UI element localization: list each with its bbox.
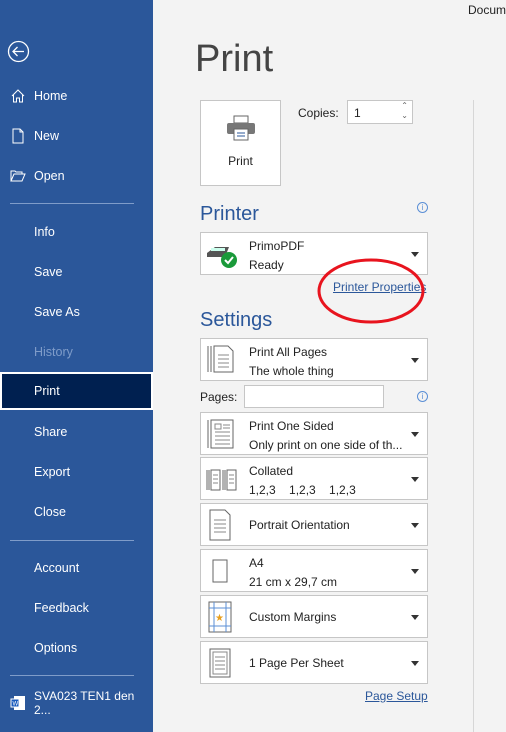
chevron-down-icon <box>411 661 419 666</box>
sidebar-item-label: Export <box>34 465 71 479</box>
printer-name: PrimoPDF <box>249 239 305 253</box>
print-button[interactable]: Print <box>200 100 281 186</box>
folder-open-icon <box>10 170 26 182</box>
setting-subtitle: 1,2,3 1,2,3 1,2,3 <box>249 483 356 497</box>
svg-text:W: W <box>13 702 19 708</box>
sidebar-item-save[interactable]: Save <box>0 253 153 291</box>
page-per-sheet-icon <box>209 648 231 678</box>
sidebar-item-home[interactable]: Home <box>0 77 153 115</box>
page-title: Print <box>195 38 274 80</box>
recent-document[interactable]: W SVA023 TEN1 den 2... <box>0 684 153 722</box>
pages-input[interactable] <box>244 385 384 408</box>
sidebar-item-label: History <box>34 345 73 359</box>
sidebar-item-label: Open <box>34 169 65 183</box>
copies-value: 1 <box>354 106 361 120</box>
sidebar-item-open[interactable]: Open <box>0 157 153 195</box>
chevron-down-icon <box>411 523 419 528</box>
setting-title: 1 Page Per Sheet <box>249 656 344 670</box>
svg-text:★: ★ <box>215 613 224 624</box>
divider <box>10 540 134 541</box>
setting-title: Print One Sided <box>249 419 334 433</box>
sidebar-item-close[interactable]: Close <box>0 493 153 531</box>
paper-size-dropdown[interactable]: A4 21 cm x 29,7 cm <box>200 549 428 592</box>
sidebar-item-export[interactable]: Export <box>0 453 153 491</box>
printer-icon <box>227 115 255 141</box>
info-icon[interactable]: i <box>417 202 428 213</box>
setting-title: Print All Pages <box>249 345 328 359</box>
word-document-icon: W <box>10 696 25 710</box>
chevron-down-icon <box>411 569 419 574</box>
sidebar-item-history: History <box>0 333 153 371</box>
sidebar-item-label: Save As <box>34 305 80 319</box>
sidebar-item-label: Close <box>34 505 66 519</box>
setting-subtitle: Only print on one side of th... <box>249 438 403 452</box>
sides-dropdown[interactable]: Print One Sided Only print on one side o… <box>200 412 428 455</box>
collation-dropdown[interactable]: Collated 1,2,3 1,2,3 1,2,3 <box>200 457 428 500</box>
chevron-down-icon <box>411 432 419 437</box>
sidebar-item-label: Account <box>34 561 80 575</box>
sidebar-item-label: Info <box>34 225 55 239</box>
printer-heading: Printer <box>200 203 259 225</box>
page-setup-link[interactable]: Page Setup <box>365 689 428 703</box>
sidebar-item-label: Options <box>34 641 78 655</box>
chevron-down-icon <box>411 615 419 620</box>
print-button-label: Print <box>228 154 253 168</box>
setting-subtitle: 21 cm x 29,7 cm <box>249 575 338 589</box>
setting-title: Custom Margins <box>249 610 337 624</box>
one-sided-icon <box>207 419 234 449</box>
sidebar-item-save-as[interactable]: Save As <box>0 293 153 331</box>
sidebar-item-feedback[interactable]: Feedback <box>0 589 153 627</box>
sidebar-item-label: Save <box>34 265 63 279</box>
back-arrow-icon[interactable] <box>7 40 30 63</box>
copies-stepper[interactable]: 1 ⌃ ⌄ <box>347 100 413 124</box>
sidebar-item-label: Share <box>34 425 68 439</box>
print-range-dropdown[interactable]: Print All Pages The whole thing <box>200 338 428 381</box>
custom-margins-icon: ★ <box>208 601 232 633</box>
setting-subtitle: The whole thing <box>249 364 334 378</box>
setting-title: A4 <box>249 556 264 570</box>
sidebar-item-info[interactable]: Info <box>0 213 153 251</box>
sidebar-item-label: Print <box>34 384 60 398</box>
printer-status: Ready <box>249 258 284 272</box>
all-pages-icon <box>207 345 234 373</box>
sidebar-item-new[interactable]: New <box>0 117 153 155</box>
divider <box>10 675 134 676</box>
sidebar-item-account[interactable]: Account <box>0 549 153 587</box>
sidebar: Home New Open Info Save Save As History … <box>0 0 153 732</box>
sidebar-item-share[interactable]: Share <box>0 413 153 451</box>
recent-document-name: SVA023 TEN1 den 2... <box>34 689 135 717</box>
preview-divider <box>473 100 474 732</box>
divider <box>10 203 134 204</box>
chevron-down-icon <box>411 358 419 363</box>
decrement-icon[interactable]: ⌄ <box>401 111 408 120</box>
portrait-icon <box>209 509 231 541</box>
info-icon[interactable]: i <box>417 391 428 402</box>
margins-dropdown[interactable]: ★ Custom Margins <box>200 595 428 638</box>
sidebar-item-print[interactable]: Print <box>0 372 153 410</box>
collated-icon <box>206 469 237 491</box>
sidebar-item-label: Home <box>34 89 68 103</box>
setting-title: Collated <box>249 464 294 478</box>
copies-label: Copies: <box>298 106 339 120</box>
window-title: Docum <box>468 3 506 17</box>
settings-heading: Settings <box>200 309 273 331</box>
red-annotation-ellipse <box>317 258 425 324</box>
home-icon <box>11 89 25 103</box>
sidebar-item-label: New <box>34 129 60 143</box>
new-document-icon <box>12 128 24 144</box>
pages-per-sheet-dropdown[interactable]: 1 Page Per Sheet <box>200 641 428 684</box>
sidebar-item-options[interactable]: Options <box>0 629 153 667</box>
sidebar-item-label: Feedback <box>34 601 89 615</box>
setting-title: Portrait Orientation <box>249 518 350 532</box>
chevron-down-icon <box>411 477 419 482</box>
pages-label: Pages: <box>200 390 238 404</box>
paper-size-icon <box>212 559 228 583</box>
increment-icon[interactable]: ⌃ <box>401 101 408 110</box>
printer-ready-icon <box>207 247 237 268</box>
orientation-dropdown[interactable]: Portrait Orientation <box>200 503 428 546</box>
